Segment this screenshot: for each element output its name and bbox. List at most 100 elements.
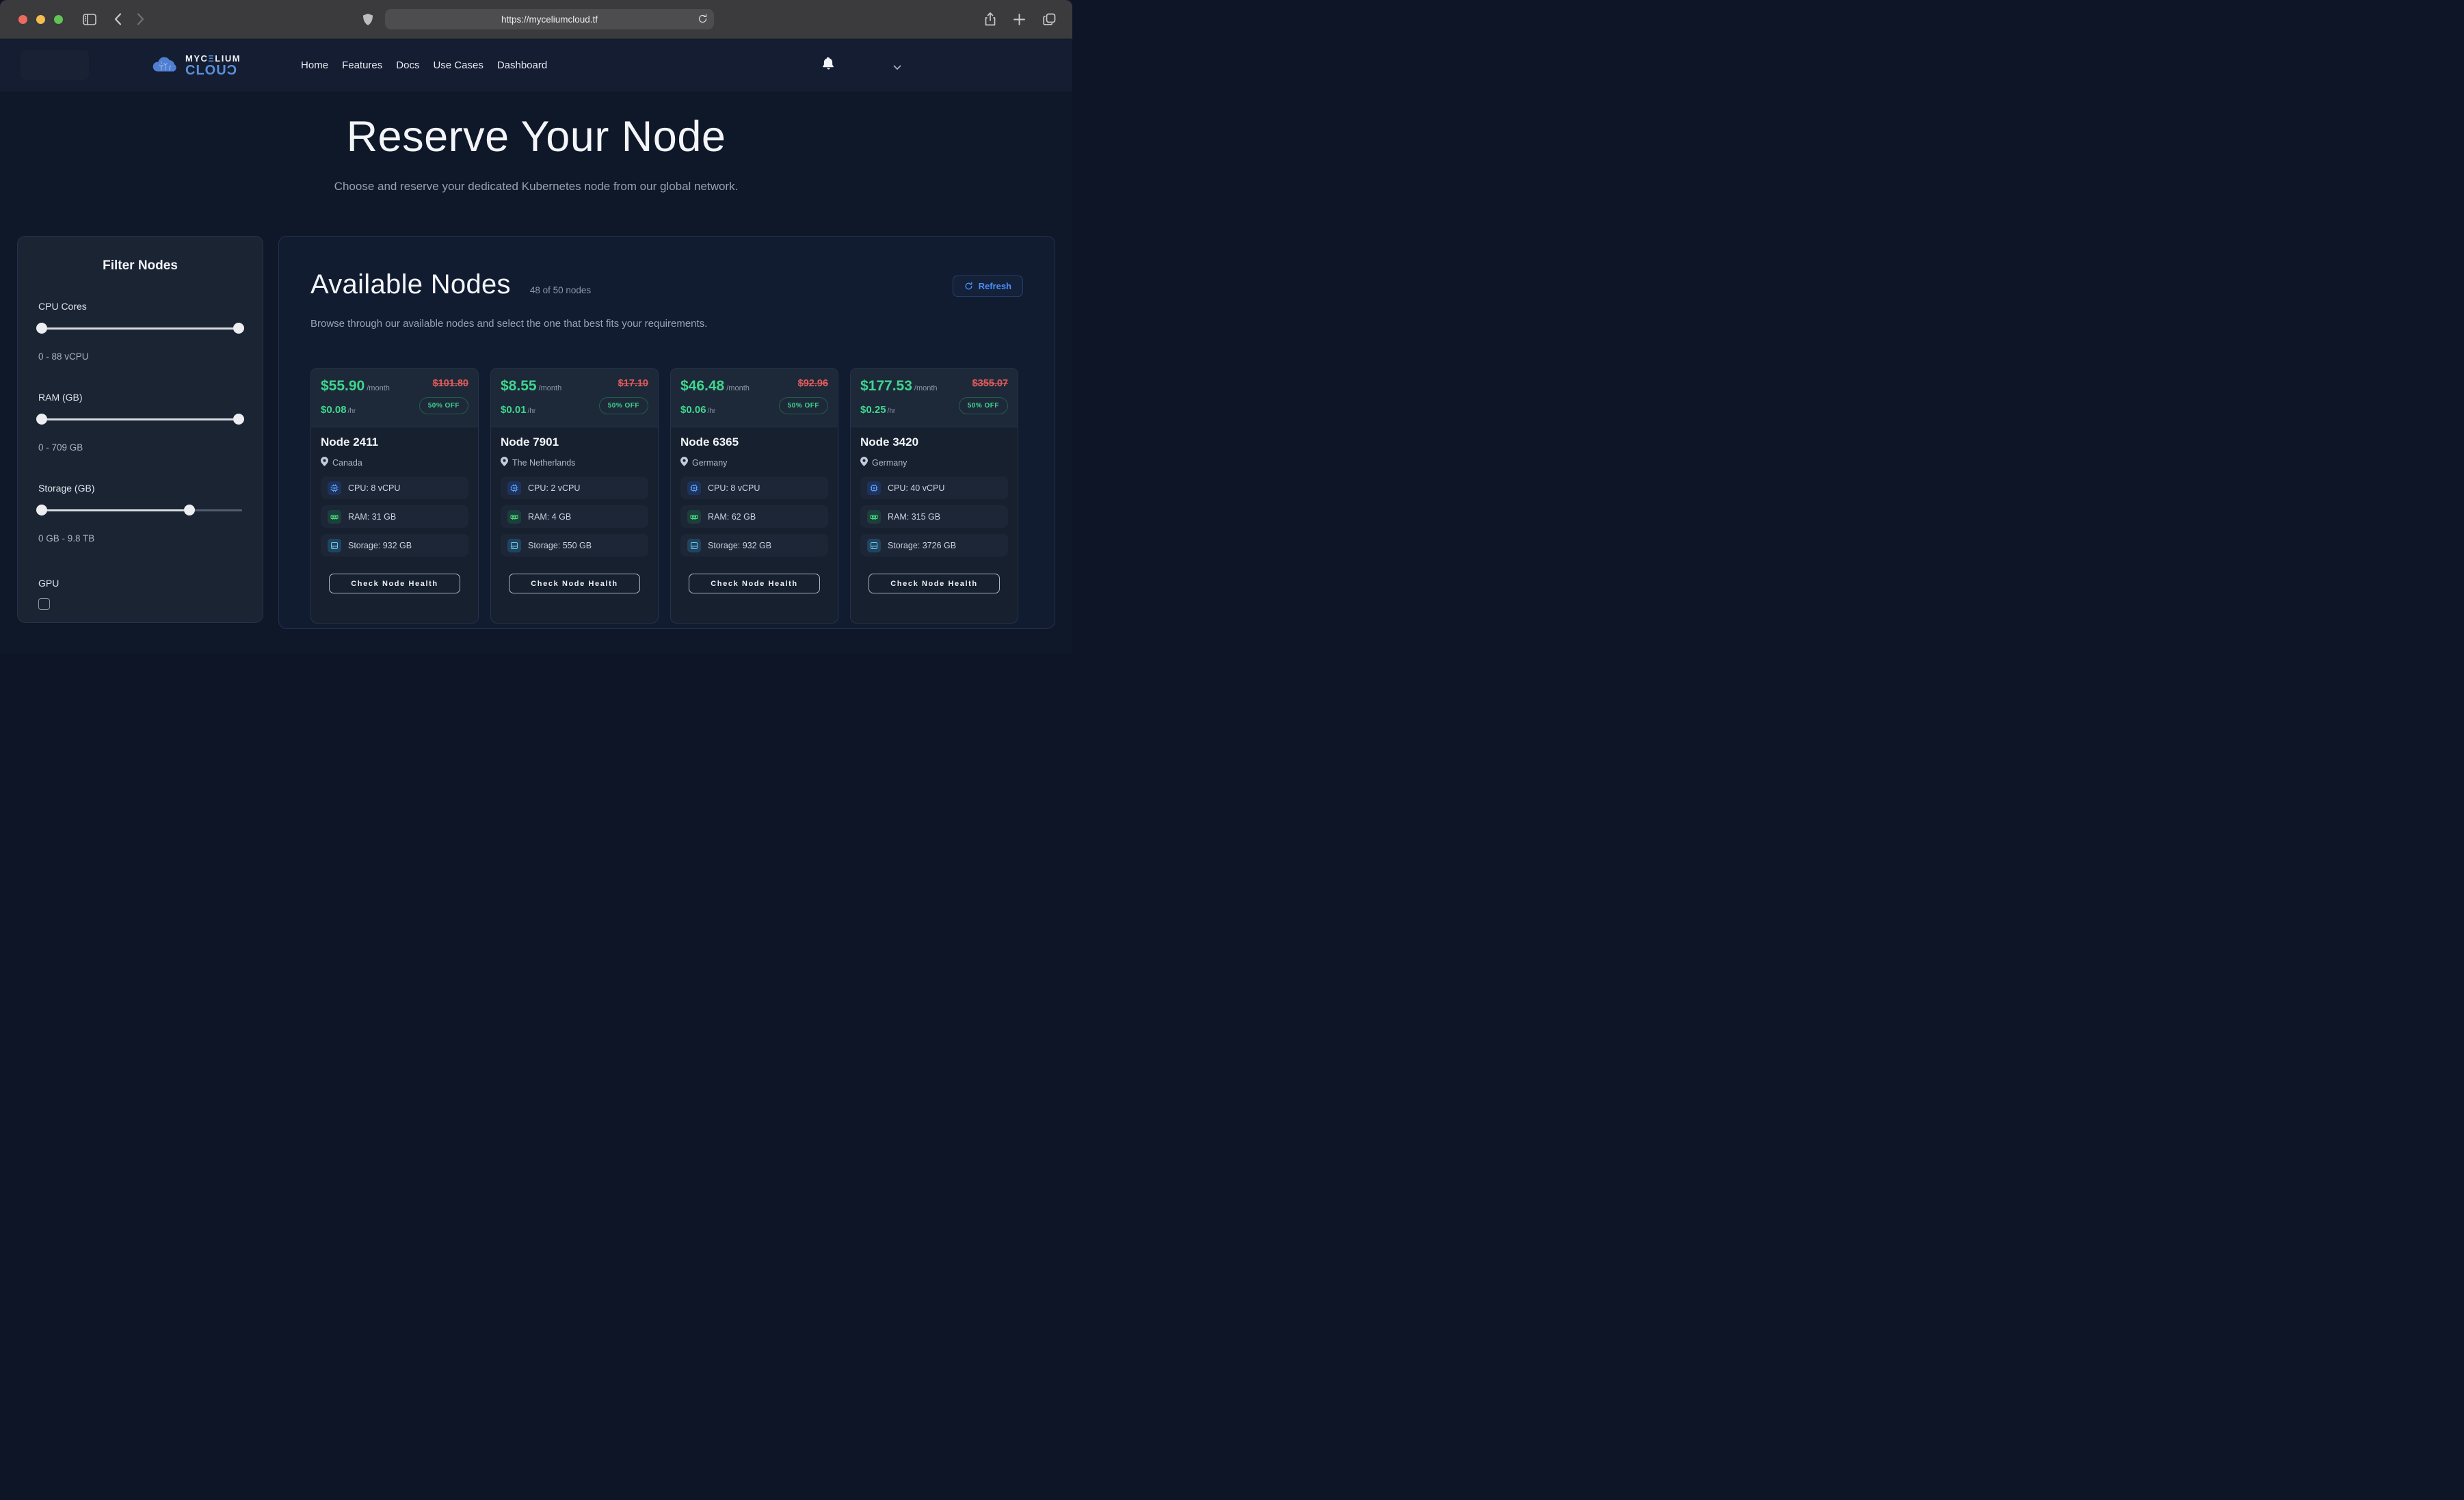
ram-slider-min-handle[interactable]	[36, 414, 47, 425]
notifications-bell-icon[interactable]	[823, 57, 834, 74]
storage-spec-row: Storage: 932 GB	[680, 534, 828, 557]
check-node-health-button[interactable]: Check Node Health	[689, 574, 820, 593]
card-pricing-header: $8.55/month $0.01/hr $17.10 50% OFF	[491, 369, 658, 427]
new-tab-icon[interactable]	[1014, 14, 1025, 25]
nodes-description: Browse through our available nodes and s…	[310, 318, 1023, 330]
discount-badge: 50% OFF	[419, 397, 468, 414]
ram-icon	[687, 510, 701, 524]
discount-badge: 50% OFF	[779, 397, 828, 414]
hero-section: Reserve Your Node Choose and reserve you…	[0, 92, 1072, 193]
tab-overview-icon[interactable]	[1043, 13, 1056, 26]
discount-badge: 50% OFF	[959, 397, 1008, 414]
close-window-button[interactable]	[18, 15, 27, 24]
node-name: Node 3420	[860, 436, 1008, 449]
minimize-window-button[interactable]	[36, 15, 45, 24]
check-node-health-button[interactable]: Check Node Health	[329, 574, 460, 593]
original-price: $101.80	[419, 378, 468, 389]
privacy-shield-icon[interactable]	[363, 14, 373, 25]
nav-item-home[interactable]: Home	[301, 59, 328, 71]
node-name: Node 6365	[680, 436, 828, 449]
location-pin-icon	[680, 457, 688, 468]
nav-item-docs[interactable]: Docs	[396, 59, 419, 71]
cpu-spec-row: CPU: 2 vCPU	[501, 477, 648, 499]
storage-icon	[507, 539, 521, 552]
sidebar-toggle-icon[interactable]	[83, 14, 96, 25]
available-nodes-title: Available Nodes	[310, 269, 511, 300]
cpu-icon	[507, 481, 521, 495]
ram-icon	[867, 510, 881, 524]
account-chevron-down-icon[interactable]	[893, 62, 901, 74]
discount-badge: 50% OFF	[599, 397, 648, 414]
cpu-spec-row: CPU: 40 vCPU	[860, 477, 1008, 499]
storage-slider[interactable]	[38, 505, 242, 515]
check-node-health-button[interactable]: Check Node Health	[509, 574, 640, 593]
storage-spec-text: Storage: 932 GB	[348, 541, 412, 550]
back-button[interactable]	[114, 13, 122, 25]
gpu-label: GPU	[38, 578, 242, 589]
page: MYCΞLIUM CLOUƆ Home Features Docs Use Ca…	[0, 39, 1072, 653]
nodes-count: 48 of 50 nodes	[530, 285, 591, 295]
cpu-icon	[867, 481, 881, 495]
browser-chrome: https://myceliumcloud.tf	[0, 0, 1072, 39]
refresh-label: Refresh	[979, 281, 1011, 291]
card-pricing-header: $55.90/month $0.08/hr $101.80 50% OFF	[311, 369, 478, 427]
node-card: $55.90/month $0.08/hr $101.80 50% OFF No…	[310, 368, 479, 624]
monthly-price: $8.55/month	[501, 378, 561, 394]
monthly-price: $46.48/month	[680, 378, 750, 394]
gpu-checkbox[interactable]	[38, 598, 50, 610]
refresh-icon	[964, 282, 973, 291]
node-location: Germany	[680, 457, 828, 468]
ram-label: RAM (GB)	[38, 392, 242, 403]
brand-logo[interactable]: MYCΞLIUM CLOUƆ	[152, 54, 241, 77]
monthly-price: $55.90/month	[321, 378, 390, 394]
ram-slider-max-handle[interactable]	[233, 414, 244, 425]
forward-button[interactable]	[137, 13, 144, 25]
check-node-health-button[interactable]: Check Node Health	[869, 574, 1000, 593]
reload-icon[interactable]	[698, 13, 708, 28]
share-icon[interactable]	[985, 12, 996, 26]
cpu-cores-slider[interactable]	[38, 323, 242, 334]
ram-slider[interactable]	[38, 414, 242, 425]
ram-range-text: 0 - 709 GB	[38, 442, 242, 453]
url-text: https://myceliumcloud.tf	[501, 14, 598, 25]
hourly-price: $0.08/hr	[321, 404, 390, 416]
cpu-spec-row: CPU: 8 vCPU	[680, 477, 828, 499]
nav-links: Home Features Docs Use Cases Dashboard	[301, 59, 547, 71]
brand-text: MYCΞLIUM CLOUƆ	[185, 54, 241, 77]
cpu-cores-label: CPU Cores	[38, 301, 242, 312]
filter-group-cpu: CPU Cores 0 - 88 vCPU	[38, 301, 242, 362]
cpu-spec-text: CPU: 8 vCPU	[348, 483, 400, 493]
page-title: Reserve Your Node	[0, 92, 1072, 161]
zoom-window-button[interactable]	[54, 15, 63, 24]
ram-spec-row: RAM: 4 GB	[501, 505, 648, 528]
address-bar[interactable]: https://myceliumcloud.tf	[385, 9, 714, 29]
storage-icon	[867, 539, 881, 552]
cpu-spec-text: CPU: 40 vCPU	[888, 483, 944, 493]
cpu-icon	[687, 481, 701, 495]
ram-spec-row: RAM: 315 GB	[860, 505, 1008, 528]
original-price: $355.07	[959, 378, 1008, 389]
node-card: $46.48/month $0.06/hr $92.96 50% OFF Nod…	[670, 368, 838, 624]
node-location: The Netherlands	[501, 457, 648, 468]
filter-group-ram: RAM (GB) 0 - 709 GB	[38, 392, 242, 453]
nav-item-features[interactable]: Features	[342, 59, 382, 71]
location-pin-icon	[860, 457, 868, 468]
hourly-price: $0.25/hr	[860, 404, 938, 416]
nav-item-use-cases[interactable]: Use Cases	[433, 59, 483, 71]
storage-slider-max-handle[interactable]	[184, 505, 195, 515]
node-cards-row: $55.90/month $0.08/hr $101.80 50% OFF No…	[310, 368, 1023, 624]
cpu-slider-max-handle[interactable]	[233, 323, 244, 334]
refresh-button[interactable]: Refresh	[953, 276, 1023, 297]
original-price: $17.10	[599, 378, 648, 389]
storage-slider-min-handle[interactable]	[36, 505, 47, 515]
cpu-slider-min-handle[interactable]	[36, 323, 47, 334]
ram-spec-text: RAM: 4 GB	[528, 512, 571, 522]
page-subtitle: Choose and reserve your dedicated Kubern…	[0, 180, 1072, 193]
location-pin-icon	[501, 457, 508, 468]
location-pin-icon	[321, 457, 328, 468]
ram-spec-text: RAM: 31 GB	[348, 512, 396, 522]
nav-item-dashboard[interactable]: Dashboard	[497, 59, 547, 71]
storage-range-text: 0 GB - 9.8 TB	[38, 533, 242, 544]
storage-icon	[687, 539, 701, 552]
hourly-price: $0.06/hr	[680, 404, 750, 416]
